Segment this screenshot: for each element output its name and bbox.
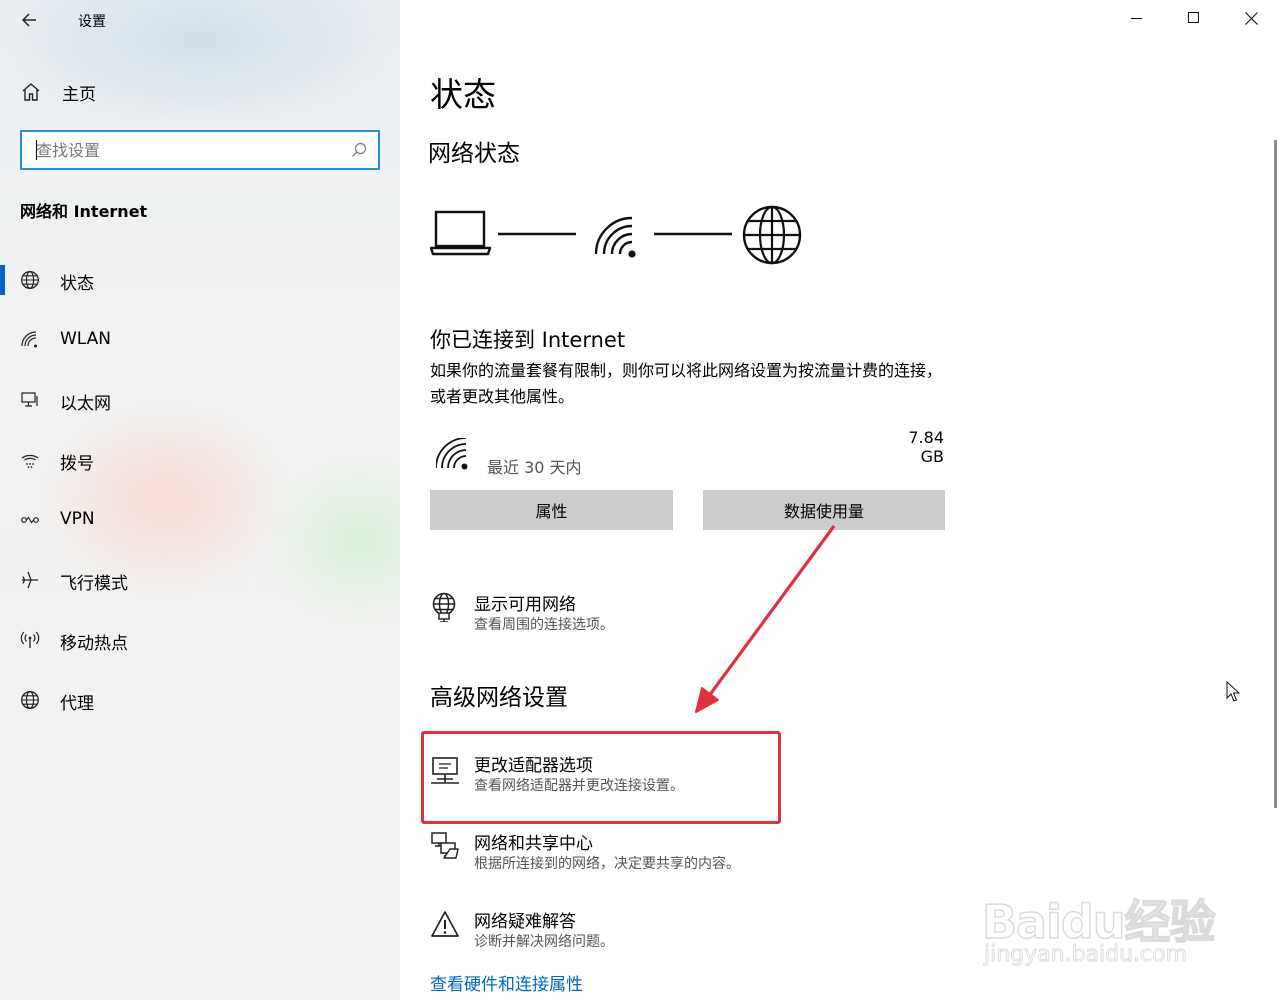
usage-period: 最近 30 天内	[487, 458, 582, 477]
laptop-icon	[430, 210, 492, 256]
wifi-icon	[594, 216, 636, 258]
sidebar-item-wlan[interactable]: WLAN	[0, 310, 400, 370]
show-networks-desc: 查看周围的连接选项。	[474, 617, 614, 633]
sharing-center-link[interactable]: 网络和共享中心 根据所连接到的网络，决定要共享的内容。	[430, 829, 850, 875]
search-box[interactable]	[20, 130, 380, 170]
sidebar-item-label: 状态	[60, 274, 94, 294]
network-status-diagram	[430, 205, 802, 265]
home-icon	[22, 83, 40, 101]
mouse-cursor-icon	[1226, 681, 1240, 702]
globe-network-icon	[432, 592, 456, 622]
connected-description: 如果你的流量套餐有限制，则你可以将此网络设置为按流量计费的连接，或者更改其他属性…	[430, 361, 943, 406]
troubleshoot-desc: 诊断并解决网络问题。	[474, 934, 614, 950]
sidebar-nav: 状态 WLAN 以太网 拨号 VPN 飞行模式 移动热点 代理	[0, 250, 400, 730]
search-input[interactable]	[22, 132, 342, 168]
minimize-icon	[1131, 18, 1142, 19]
sidebar-item-label: 拨号	[60, 454, 94, 474]
home-label: 主页	[62, 84, 96, 105]
hotspot-icon	[20, 631, 40, 648]
show-networks-title: 显示可用网络	[474, 595, 576, 615]
ethernet-icon	[21, 392, 38, 407]
airplane-icon	[22, 571, 38, 589]
data-usage-button[interactable]: 数据使用量	[703, 490, 945, 530]
wifi-icon	[21, 331, 37, 348]
connected-title: 你已连接到 Internet	[430, 328, 626, 352]
sidebar-item-label: 飞行模式	[60, 574, 128, 594]
dialup-icon	[21, 454, 39, 468]
advanced-settings-heading: 高级网络设置	[430, 685, 568, 711]
window-controls	[1109, 0, 1280, 38]
highlight-annotation-box	[421, 731, 781, 824]
sidebar-item-dialup[interactable]: 拨号	[0, 430, 400, 490]
show-networks-link[interactable]: 显示可用网络 查看周围的连接选项。	[430, 590, 850, 636]
selected-indicator	[0, 265, 5, 295]
troubleshoot-title: 网络疑难解答	[474, 912, 576, 932]
sharing-center-title: 网络和共享中心	[474, 834, 593, 854]
sidebar-item-status[interactable]: 状态	[0, 250, 400, 310]
search-icon[interactable]	[350, 141, 368, 159]
minimize-button[interactable]	[1109, 0, 1166, 38]
app-title: 设置	[78, 14, 106, 30]
sidebar-item-vpn[interactable]: VPN	[0, 490, 400, 550]
sharing-center-icon	[431, 832, 459, 859]
back-button[interactable]	[18, 8, 42, 32]
properties-button[interactable]: 属性	[430, 490, 673, 530]
close-icon	[1245, 12, 1258, 25]
sidebar-item-label: VPN	[60, 509, 95, 529]
sidebar-item-label: WLAN	[60, 329, 112, 349]
scrollbar[interactable]	[1274, 140, 1277, 808]
main-panel: 状态 网络状态 你已连接到 Internet 如果你的流量套餐有限制，则你可以将…	[400, 0, 1280, 1000]
sidebar-item-hotspot[interactable]: 移动热点	[0, 610, 400, 670]
globe-icon	[21, 271, 39, 289]
maximize-icon	[1188, 12, 1199, 23]
home-link[interactable]: 主页	[20, 78, 96, 106]
back-arrow-icon	[21, 13, 36, 27]
sidebar-item-airplane[interactable]: 飞行模式	[0, 550, 400, 610]
vpn-icon	[21, 516, 39, 524]
wifi-icon	[436, 438, 468, 470]
page-title: 状态	[430, 75, 496, 114]
network-status-heading: 网络状态	[428, 141, 520, 167]
maximize-button[interactable]	[1166, 0, 1223, 38]
sidebar-item-ethernet[interactable]: 以太网	[0, 370, 400, 430]
sharing-center-desc: 根据所连接到的网络，决定要共享的内容。	[474, 856, 740, 872]
proxy-icon	[21, 691, 39, 709]
usage-amount: 7.84 GB	[908, 428, 944, 466]
sidebar-item-label: 代理	[60, 694, 94, 714]
warning-icon	[431, 911, 459, 937]
sidebar: 设置 主页 网络和 Internet 状态	[0, 0, 400, 1000]
section-heading: 网络和 Internet	[20, 202, 148, 221]
sidebar-item-proxy[interactable]: 代理	[0, 670, 400, 730]
sidebar-item-label: 移动热点	[60, 634, 128, 654]
sidebar-item-label: 以太网	[60, 394, 111, 414]
troubleshoot-link[interactable]: 网络疑难解答 诊断并解决网络问题。	[430, 907, 850, 953]
close-button[interactable]	[1223, 0, 1280, 38]
globe-icon	[742, 205, 802, 265]
text-caret	[36, 140, 37, 160]
hardware-properties-link[interactable]: 查看硬件和连接属性	[430, 970, 583, 995]
